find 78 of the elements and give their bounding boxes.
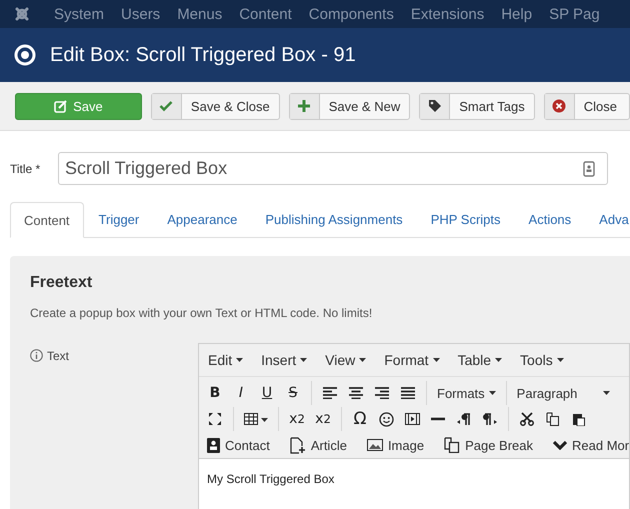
info-icon (30, 349, 43, 362)
check-icon (159, 100, 174, 112)
formats-dropdown[interactable]: Formats (437, 386, 496, 400)
field-label: Title * (10, 162, 42, 176)
tab[interactable]: Content (10, 202, 84, 238)
table-icon[interactable] (244, 413, 268, 425)
paragraph-dropdown[interactable]: Paragraph (516, 386, 610, 400)
align-center-icon[interactable] (348, 387, 364, 399)
close-icon (552, 99, 566, 113)
insert-button[interactable]: Page Break (444, 437, 534, 453)
align-left-icon[interactable] (322, 387, 338, 399)
paragraph-right-icon[interactable] (482, 412, 498, 426)
paragraph-left-icon[interactable] (456, 412, 472, 426)
cut-icon[interactable] (519, 412, 535, 426)
menu-item[interactable]: System (54, 6, 104, 22)
editor-menu-item[interactable]: Tools (520, 352, 564, 368)
fullscreen-icon[interactable] (207, 412, 223, 426)
caret-icon (432, 358, 440, 362)
editor-menu-item[interactable]: Edit (208, 352, 244, 368)
caret-icon (488, 391, 496, 395)
editor-menu-item[interactable]: Table (458, 352, 502, 368)
insert-button[interactable]: Article (290, 436, 347, 454)
toolbar-button[interactable]: Save & Close (150, 92, 280, 120)
tag-icon (428, 99, 442, 113)
edit-icon (54, 100, 68, 112)
document-icon (290, 436, 306, 454)
format-button[interactable]: U (259, 385, 275, 401)
insert-button[interactable]: Contact (207, 438, 270, 452)
tab[interactable]: Trigger (86, 202, 152, 237)
contact-card-icon (583, 160, 595, 176)
menu-item[interactable]: Extensions (410, 6, 484, 22)
paste-icon[interactable] (571, 412, 587, 426)
caret-icon (556, 358, 564, 362)
media-icon[interactable] (404, 413, 420, 425)
tab[interactable]: PHP Scripts (418, 202, 514, 237)
insert-button[interactable]: Image (366, 438, 424, 452)
tab[interactable]: Adva (586, 202, 630, 237)
section-heading: Freetext (30, 274, 94, 292)
insert-button[interactable]: Read Mor (553, 438, 630, 452)
format-button[interactable]: I (233, 385, 249, 401)
justify-icon[interactable] (400, 387, 416, 399)
field-label: Text (47, 349, 70, 363)
menu-item[interactable]: Help (501, 6, 532, 22)
editor-menu-item[interactable]: View (325, 352, 366, 368)
tab[interactable]: Appearance (154, 202, 250, 237)
contact-icon (207, 438, 220, 452)
editor-menu-item[interactable]: Format (384, 352, 440, 368)
page-break-icon (444, 437, 460, 453)
smiley-icon[interactable] (378, 412, 394, 426)
chevron-down-icon (553, 440, 568, 450)
tab[interactable]: Publishing Assignments (252, 202, 416, 237)
plus-icon (297, 99, 312, 113)
image-icon (366, 439, 383, 451)
toolbar-button[interactable]: Smart Tags (419, 92, 535, 120)
caret-icon (603, 391, 610, 395)
editor-menu-item[interactable]: Insert (261, 352, 308, 368)
tab[interactable]: Actions (516, 202, 584, 237)
special-character-button[interactable]: Ω (352, 409, 368, 429)
menu-item[interactable]: SP Pag (549, 6, 600, 22)
caret-icon (300, 358, 308, 362)
title-field[interactable]: Scroll Triggered Box (58, 152, 608, 185)
toolbar-button[interactable]: Save & New (288, 92, 410, 120)
menu-item[interactable]: Content (239, 6, 292, 22)
format-button[interactable]: B (207, 385, 223, 401)
editor-text[interactable]: My Scroll Triggered Box (199, 459, 629, 509)
caret-icon (359, 358, 366, 362)
copy-icon[interactable] (545, 412, 561, 426)
caret-icon (236, 358, 244, 362)
caret-icon (495, 358, 502, 362)
align-right-icon[interactable] (374, 387, 390, 399)
section-description: Create a popup box with your own Text or HTML code. No limits! (30, 306, 374, 320)
page-title: Edit Box: Scroll Triggered Box - 91 (50, 44, 356, 66)
target-icon (14, 44, 36, 66)
format-button[interactable]: S (285, 385, 301, 401)
toolbar-button[interactable]: Close (544, 92, 630, 120)
menu-item[interactable]: Menus (177, 6, 222, 22)
menu-item[interactable]: Components (308, 6, 394, 22)
menu-item[interactable]: Users (121, 6, 160, 22)
